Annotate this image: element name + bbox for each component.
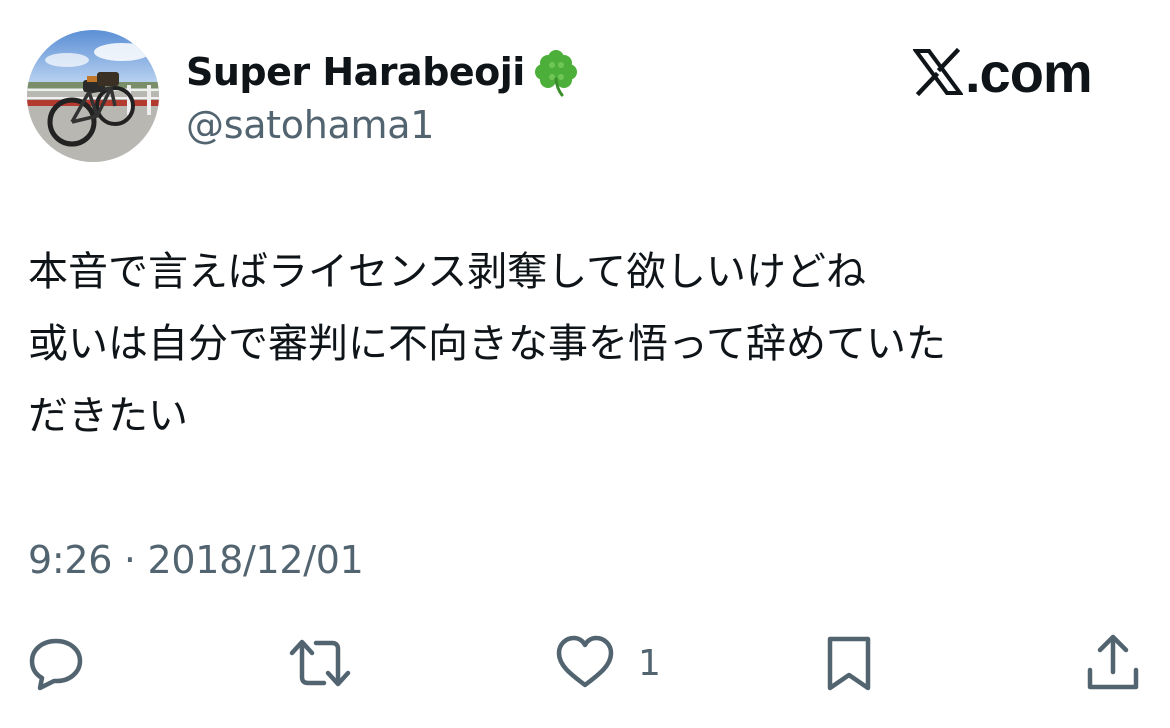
avatar[interactable] (27, 30, 159, 162)
tweet-text-line: 本音で言えばライセンス剥奪して欲しいけどね (28, 249, 866, 295)
site-domain: .com (965, 40, 1093, 104)
share-button[interactable] (1084, 628, 1142, 698)
reply-button[interactable] (26, 628, 86, 698)
user-handle[interactable]: @satohama1 (186, 103, 434, 147)
like-button[interactable]: 1 (554, 628, 661, 698)
tweet-text-line: 或いは自分で審判に不向きな事を悟って辞めていた (28, 321, 946, 367)
display-name[interactable]: Super Harabeoji (186, 44, 581, 100)
bookmark-button[interactable] (824, 628, 874, 698)
clover-icon (531, 47, 581, 97)
heart-icon (556, 635, 614, 688)
reply-icon (29, 638, 83, 691)
like-count: 1 (638, 642, 661, 684)
retweet-icon (289, 639, 351, 687)
tweet-text-line: だきたい (28, 393, 188, 439)
bookmark-icon (827, 636, 871, 691)
display-name-text: Super Harabeoji (186, 50, 525, 94)
tweet-text: 本音で言えばライセンス剥奪して欲しいけどね 或いは自分で審判に不向きな事を悟って… (28, 236, 1148, 452)
avatar-bicycle-photo (27, 30, 159, 162)
share-icon (1087, 634, 1139, 690)
site-logo: .com (913, 40, 1093, 104)
x-logo-icon (913, 47, 963, 97)
retweet-button[interactable] (286, 628, 354, 698)
tweet-timestamp[interactable]: 9:26 · 2018/12/01 (28, 538, 364, 582)
action-bar: 1 (0, 628, 1170, 698)
